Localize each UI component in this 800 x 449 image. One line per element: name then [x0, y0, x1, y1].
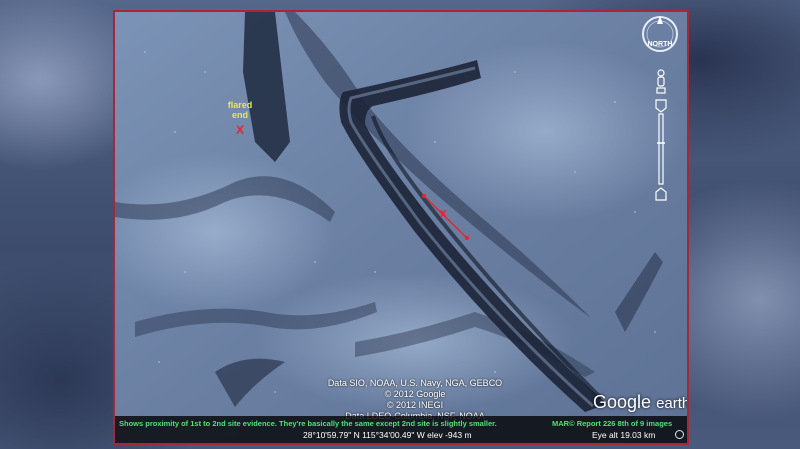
status-bar: Shows proximity of 1st to 2nd site evide… [115, 416, 687, 443]
measurement-endpoint [422, 194, 426, 198]
measurement-endpoint [465, 236, 469, 240]
zoom-slider-icon[interactable] [649, 68, 673, 213]
attribution-line-3: © 2012 INEGI [386, 400, 444, 410]
logo-earth: earth [656, 395, 689, 412]
report-counter: MAR© Report 226 8th of 9 images [552, 419, 673, 428]
compass-ring-icon [642, 16, 678, 52]
evidence-caption: Shows proximity of 1st to 2nd site evide… [119, 419, 497, 428]
pipe-marker: X [440, 209, 447, 220]
flared-end-label-line2: end [231, 110, 248, 120]
google-earth-logo: Google earth [593, 392, 689, 413]
logo-google: Google [593, 392, 652, 412]
compass[interactable]: NORTH [640, 14, 680, 64]
compass-north-label: NORTH [647, 41, 673, 48]
streaming-indicator-icon [675, 430, 684, 439]
attribution-line-2: © 2012 Google [384, 389, 446, 399]
flared-end-marker: X [236, 123, 245, 137]
flared-end-label-line1: flared [227, 100, 253, 110]
map-viewport[interactable]: flared end X X NORTH Data SIO, NOAA, U.S… [113, 10, 689, 445]
flared-end-label: flared end [223, 100, 257, 120]
eye-altitude: Eye alt 19.03 km [592, 430, 656, 440]
attribution-line-1: Data SIO, NOAA, U.S. Navy, NGA, GEBCO [327, 378, 503, 388]
navigation-controls[interactable] [649, 68, 673, 213]
cursor-coordinates: 28°10'59.79" N 115°34'00.49" W elev -943… [303, 430, 472, 440]
